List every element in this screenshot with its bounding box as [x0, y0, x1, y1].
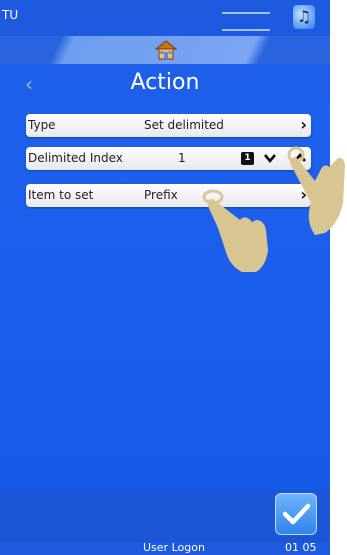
- type-value: Set delimited: [144, 118, 224, 132]
- home-icon[interactable]: [154, 40, 178, 60]
- footer-bar: User Logon 01 05: [0, 541, 330, 555]
- index-badge: 1: [241, 152, 254, 165]
- item-to-set-label: Item to set: [28, 188, 94, 202]
- device-screen: TU ♫ ‹ Action Type Set delimited › Delim…: [0, 0, 330, 555]
- status-bar: TU ♫: [0, 0, 330, 36]
- type-row[interactable]: Type Set delimited ›: [26, 114, 311, 137]
- delimited-index-label: Delimited Index: [28, 151, 123, 165]
- page-title: Action: [130, 70, 200, 95]
- delimited-index-row[interactable]: Delimited Index 1 1: [26, 147, 311, 170]
- user-logon-text: User Logon: [143, 541, 205, 554]
- status-text: TU: [2, 8, 19, 22]
- tap-hand-icon: [287, 146, 345, 235]
- tap-hand-icon: [202, 189, 268, 272]
- checkmark-icon: [282, 503, 311, 525]
- chevron-down-icon[interactable]: [262, 150, 278, 169]
- status-line-decoration: [222, 29, 270, 31]
- chevron-right-icon[interactable]: ›: [300, 115, 307, 134]
- item-to-set-value: Prefix: [144, 188, 178, 202]
- status-line-decoration: [222, 12, 270, 14]
- music-note-icon: ♫: [293, 5, 315, 29]
- clock-text: 01 05: [285, 541, 317, 554]
- confirm-button[interactable]: [275, 493, 317, 535]
- delimited-index-value: 1: [178, 151, 186, 165]
- type-label: Type: [28, 118, 56, 132]
